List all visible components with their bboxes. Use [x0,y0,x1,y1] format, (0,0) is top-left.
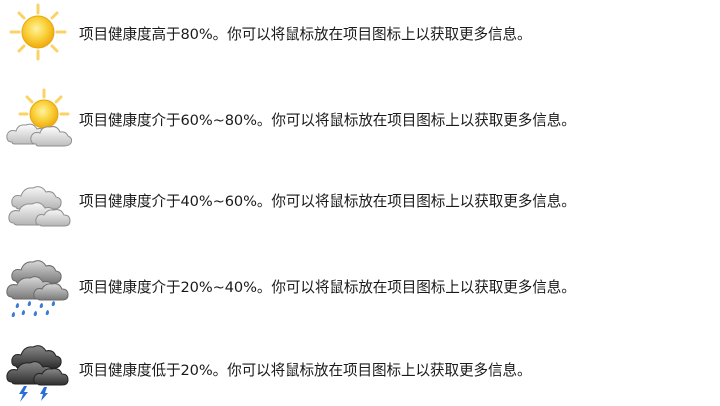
thunderstorm-icon [2,336,74,406]
legend-row-cloudy: 项目健康度介于40%~60%。你可以将鼠标放在项目图标上以获取更多信息。 [0,167,720,237]
rain-icon [2,253,74,323]
cloudy-icon [2,167,74,237]
legend-text-sunny: 项目健康度高于80%。你可以将鼠标放在项目图标上以获取更多信息。 [79,26,532,43]
legend-text-thunderstorm: 项目健康度低于20%。你可以将鼠标放在项目图标上以获取更多信息。 [79,362,532,379]
sunny-icon [2,0,74,70]
partly-cloudy-icon [2,86,74,156]
legend-row-rain: 项目健康度介于20%~40%。你可以将鼠标放在项目图标上以获取更多信息。 [0,253,720,323]
legend-row-sunny: 项目健康度高于80%。你可以将鼠标放在项目图标上以获取更多信息。 [0,0,720,70]
weather-health-legend: 项目健康度高于80%。你可以将鼠标放在项目图标上以获取更多信息。 项目健康度介于… [0,0,720,404]
legend-text-partly-cloudy: 项目健康度介于60%~80%。你可以将鼠标放在项目图标上以获取更多信息。 [79,112,576,129]
legend-row-thunderstorm: 项目健康度低于20%。你可以将鼠标放在项目图标上以获取更多信息。 [0,336,720,406]
legend-text-rain: 项目健康度介于20%~40%。你可以将鼠标放在项目图标上以获取更多信息。 [79,279,576,296]
legend-text-cloudy: 项目健康度介于40%~60%。你可以将鼠标放在项目图标上以获取更多信息。 [79,193,576,210]
legend-row-partly-cloudy: 项目健康度介于60%~80%。你可以将鼠标放在项目图标上以获取更多信息。 [0,86,720,156]
